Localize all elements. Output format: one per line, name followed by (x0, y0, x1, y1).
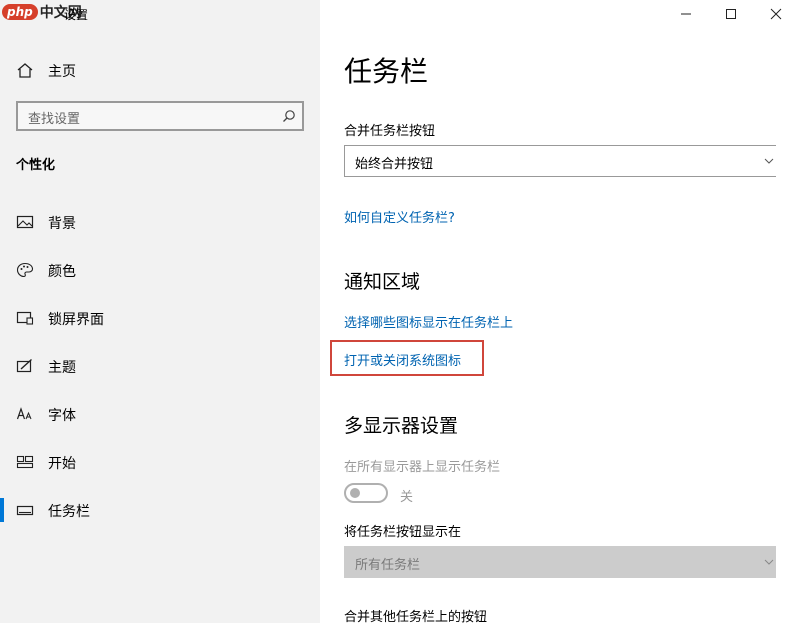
show-buttons-label: 将任务栏按钮显示在 (344, 525, 462, 540)
close-button[interactable] (762, 2, 790, 26)
sidebar-item-label: 锁屏界面 (48, 312, 104, 328)
palette-icon (16, 262, 34, 278)
maximize-button[interactable] (717, 2, 745, 26)
start-icon (16, 455, 34, 469)
main-content: 任务栏 合并任务栏按钮 始终合并按钮 如何自定义任务栏? 通知区域 选择哪些图标… (320, 0, 795, 625)
combine-other-label: 合并其他任务栏上的按钮 (344, 610, 488, 625)
watermark-logo: php (2, 4, 38, 20)
toggle-knob (350, 488, 360, 498)
sidebar-item-label: 任务栏 (48, 504, 90, 520)
sidebar-item-label: 开始 (48, 456, 76, 472)
taskbar-icon (16, 505, 34, 516)
highlight-box (330, 340, 484, 376)
nav-home[interactable]: 主页 (0, 56, 320, 84)
maximize-icon (726, 9, 736, 19)
toggle-state-label: 关 (400, 490, 414, 505)
sidebar-item-label: 主题 (48, 360, 76, 376)
sidebar-item-background[interactable]: 背景 (0, 208, 320, 236)
selection-indicator (0, 498, 4, 522)
multi-display-heading: 多显示器设置 (344, 415, 459, 437)
home-icon (17, 63, 33, 78)
close-icon (770, 8, 782, 20)
minimize-icon (681, 13, 691, 15)
combine-buttons-select[interactable]: 始终合并按钮 (344, 145, 776, 177)
search-icon[interactable] (282, 109, 296, 123)
sidebar-item-label: 字体 (48, 408, 76, 424)
customize-taskbar-link[interactable]: 如何自定义任务栏? (344, 207, 455, 226)
notification-area-heading: 通知区域 (344, 271, 421, 293)
search-input[interactable]: 查找设置 (16, 101, 304, 131)
sidebar: php 中文网 设置 主页 查找设置 个性化 背景 颜色 锁屏界面 主题 字体 … (0, 0, 320, 623)
show-on-all-toggle[interactable] (344, 483, 388, 503)
nav-home-label: 主页 (48, 64, 76, 80)
show-buttons-value: 所有任务栏 (355, 558, 421, 573)
page-title: 任务栏 (344, 55, 429, 88)
chevron-down-icon (764, 559, 774, 565)
sidebar-item-colors[interactable]: 颜色 (0, 256, 320, 284)
sidebar-item-fonts[interactable]: 字体 (0, 400, 320, 428)
search-placeholder: 查找设置 (28, 112, 81, 127)
chevron-down-icon (764, 158, 774, 164)
show-on-all-label: 在所有显示器上显示任务栏 (344, 460, 501, 475)
sidebar-item-themes[interactable]: 主题 (0, 352, 320, 380)
theme-icon (16, 358, 32, 373)
sidebar-item-label: 背景 (48, 216, 76, 232)
window-title: 设置 (64, 8, 89, 22)
combine-buttons-value: 始终合并按钮 (355, 157, 434, 172)
minimize-button[interactable] (672, 2, 700, 26)
sidebar-item-lock-screen[interactable]: 锁屏界面 (0, 304, 320, 332)
lock-screen-icon (16, 311, 34, 325)
show-buttons-select[interactable]: 所有任务栏 (344, 546, 776, 578)
section-title: 个性化 (16, 158, 56, 173)
combine-label: 合并任务栏按钮 (344, 124, 436, 139)
select-icons-link[interactable]: 选择哪些图标显示在任务栏上 (344, 312, 513, 331)
sidebar-item-taskbar[interactable]: 任务栏 (0, 496, 320, 524)
font-icon (16, 407, 32, 420)
sidebar-item-start[interactable]: 开始 (0, 448, 320, 476)
sidebar-item-label: 颜色 (48, 264, 76, 280)
picture-icon (16, 215, 34, 229)
